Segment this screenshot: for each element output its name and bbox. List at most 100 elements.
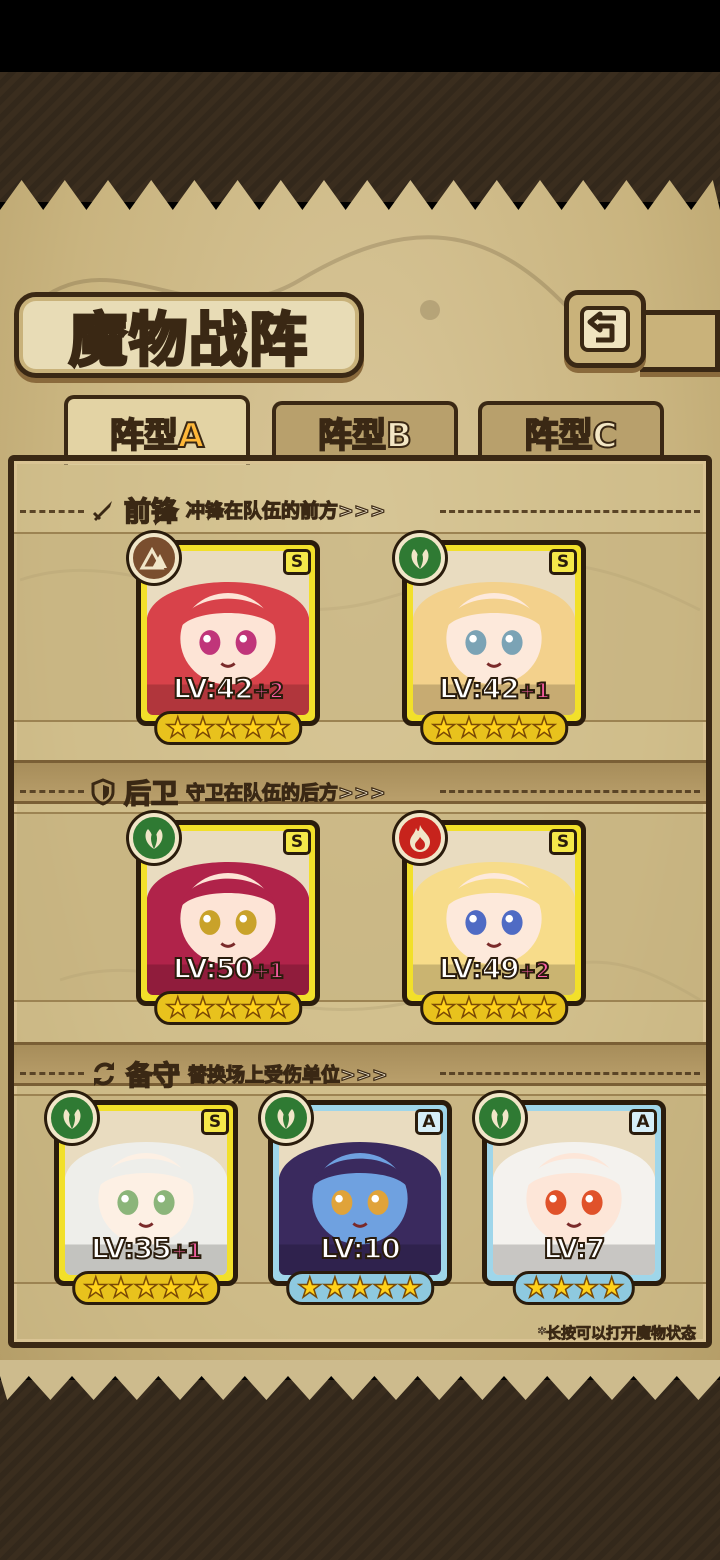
star-icon: ★: [183, 1271, 210, 1304]
star-icon: ★: [548, 1271, 575, 1304]
level-value: LV:42: [172, 671, 255, 706]
star-icon: ★: [430, 711, 457, 744]
monster-card-front2[interactable]: S LV:42+1 ★ ★ ★ ★ ★: [395, 533, 586, 745]
swap-icon: [94, 1061, 114, 1086]
rank-badge: A: [629, 1109, 657, 1135]
star-icon: ★: [573, 1271, 600, 1304]
monster-level: LV:7: [487, 1231, 661, 1266]
monster-card-front1[interactable]: S LV:42+2 ★ ★ ★ ★ ★: [129, 533, 320, 745]
star-icon: ★: [164, 711, 191, 744]
level-value: LV:10: [319, 1231, 402, 1266]
rank-badge: S: [549, 829, 577, 855]
star-icon: ★: [265, 711, 292, 744]
star-icon: ★: [456, 711, 483, 744]
star-rating: ★ ★ ★ ★ ★: [286, 1271, 434, 1305]
star-icon: ★: [265, 991, 292, 1024]
section-reserve-desc: 替换场上受伤单位>>>: [187, 1063, 388, 1086]
monster-card-back2[interactable]: S LV:49+2 ★ ★ ★ ★ ★: [395, 813, 586, 1025]
monster-card-res3[interactable]: A LV:7 ★ ★ ★ ★: [475, 1093, 666, 1305]
star-icon: ★: [108, 1271, 135, 1304]
star-icon: ★: [523, 1271, 550, 1304]
star-icon: ★: [190, 711, 217, 744]
level-value: LV:49: [438, 951, 521, 986]
rank-badge: A: [415, 1109, 443, 1135]
star-icon: ★: [240, 711, 267, 744]
rank-badge: S: [549, 549, 577, 575]
level-bonus: +2: [518, 958, 551, 984]
star-rating: ★ ★ ★ ★ ★: [420, 991, 568, 1025]
tab-formation-b[interactable]: 阵型B: [272, 401, 458, 459]
star-rating: ★ ★ ★ ★ ★: [420, 711, 568, 745]
monster-level: LV:49+2: [407, 951, 581, 986]
earth-element-icon: [129, 533, 179, 583]
monster-level: LV:50+1: [141, 951, 315, 986]
rank-badge: S: [283, 549, 311, 575]
star-icon: ★: [215, 991, 242, 1024]
rank-badge: S: [201, 1109, 229, 1135]
page-title: 魔物战阵: [67, 305, 309, 376]
tab-b-letter: B: [385, 415, 413, 457]
star-icon: ★: [215, 711, 242, 744]
level-bonus: +1: [252, 958, 285, 984]
level-value: LV:50: [172, 951, 255, 986]
section-reserve-title: 备守: [125, 1060, 181, 1093]
star-rating: ★ ★ ★ ★ ★: [154, 991, 302, 1025]
tab-b-prefix: 阵型: [317, 415, 387, 457]
section-back-title: 后卫: [123, 778, 179, 811]
wood-element-icon: [129, 813, 179, 863]
monster-card-back1[interactable]: S LV:50+1 ★ ★ ★ ★ ★: [129, 813, 320, 1025]
star-icon: ★: [456, 991, 483, 1024]
back-button-tail: [640, 310, 720, 372]
back-button[interactable]: [564, 290, 646, 368]
star-icon: ★: [531, 991, 558, 1024]
rank-badge: S: [283, 829, 311, 855]
fire-element-icon: [395, 813, 445, 863]
star-rating: ★ ★ ★ ★ ★: [154, 711, 302, 745]
level-bonus: +1: [518, 678, 551, 704]
tab-formation-c[interactable]: 阵型C: [478, 401, 664, 459]
star-icon: ★: [240, 991, 267, 1024]
level-value: LV:7: [542, 1231, 606, 1266]
star-rating: ★ ★ ★ ★: [512, 1271, 636, 1305]
section-back-desc: 守卫在队伍的后方>>>: [185, 781, 386, 804]
level-value: LV:35: [90, 1231, 173, 1266]
monster-level: LV:42+2: [141, 671, 315, 706]
monster-card-res2[interactable]: A LV:10 ★ ★ ★ ★ ★: [261, 1093, 452, 1305]
star-rating: ★ ★ ★ ★ ★: [72, 1271, 220, 1305]
wood-element-icon: [475, 1093, 525, 1143]
star-icon: ★: [164, 991, 191, 1024]
section-reserve-header: 备守 替换场上受伤单位>>>: [90, 1054, 388, 1093]
star-icon: ★: [397, 1271, 424, 1304]
monster-card-res1[interactable]: S LV:35+1 ★ ★ ★ ★ ★: [47, 1093, 238, 1305]
wood-element-icon: [261, 1093, 311, 1143]
star-icon: ★: [133, 1271, 160, 1304]
star-icon: ★: [531, 711, 558, 744]
star-icon: ★: [430, 991, 457, 1024]
star-icon: ★: [481, 991, 508, 1024]
title-plate: 魔物战阵: [14, 292, 364, 378]
star-icon: ★: [322, 1271, 349, 1304]
background-bottom: [0, 1380, 720, 1560]
long-press-hint: *长按可以打开魔物状态: [538, 1324, 697, 1343]
tab-c-prefix: 阵型: [524, 415, 594, 457]
section-front-header: 前锋 冲锋在队伍的前方>>>: [90, 490, 386, 529]
status-bar: [0, 0, 720, 72]
star-icon: ★: [372, 1271, 399, 1304]
shield-icon: [91, 777, 115, 806]
star-icon: ★: [347, 1271, 374, 1304]
star-icon: ★: [598, 1271, 625, 1304]
section-front-title: 前锋: [123, 496, 179, 529]
star-icon: ★: [481, 711, 508, 744]
star-icon: ★: [190, 991, 217, 1024]
back-arrow-icon: [580, 306, 630, 352]
wood-element-icon: [47, 1093, 97, 1143]
tab-a-letter: A: [177, 415, 205, 457]
monster-level: LV:42+1: [407, 671, 581, 706]
star-icon: ★: [506, 711, 533, 744]
star-icon: ★: [158, 1271, 185, 1304]
formation-tabs: 阵型A 阵型B 阵型C: [10, 395, 710, 465]
star-icon: ★: [296, 1271, 323, 1304]
section-front-desc: 冲锋在队伍的前方>>>: [185, 499, 386, 522]
star-icon: ★: [506, 991, 533, 1024]
tab-c-letter: C: [592, 415, 619, 457]
